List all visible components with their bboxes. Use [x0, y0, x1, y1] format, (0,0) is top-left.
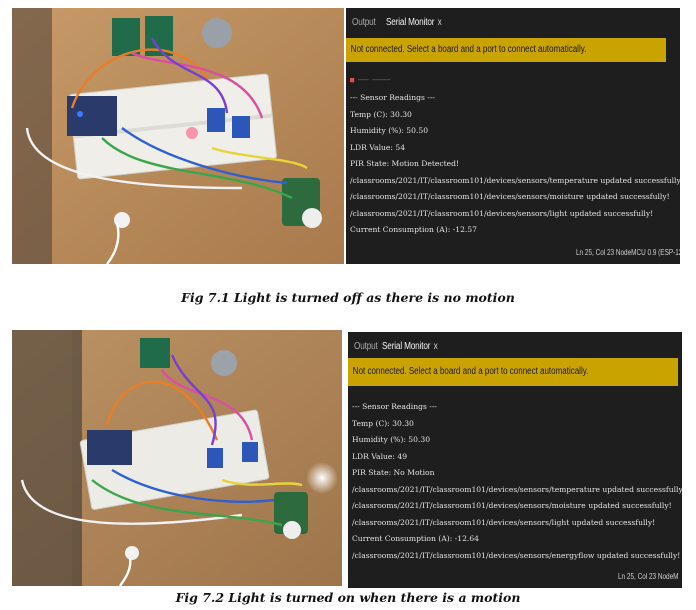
scrolled-line-fragment: ■ ─── ───── — [350, 76, 391, 84]
serial-output-lines: --- Sensor Readings --- Temp (C): 30.30 … — [350, 90, 680, 239]
tab-serial-monitor-label: Serial Monitor — [382, 341, 431, 352]
close-icon[interactable]: x — [438, 17, 442, 28]
output-line: --- Sensor Readings --- — [350, 93, 435, 102]
output-line: Temp (C): 30.30 — [352, 418, 414, 428]
figure-caption-1: Fig 7.1 Light is turned off as there is … — [181, 290, 515, 305]
breadboard-circuit-illustration — [12, 330, 342, 586]
serial-output-lines: --- Sensor Readings --- Temp (C): 30.30 … — [352, 399, 682, 564]
tab-output[interactable]: Output — [354, 341, 378, 352]
output-line: --- Sensor Readings --- — [352, 402, 437, 411]
output-line: /classrooms/2021/IT/classroom101/devices… — [350, 175, 680, 185]
status-text: Ln 25, Col 23 NodeM — [618, 572, 679, 581]
status-bar: Ln 25, Col 23 NodeM — [618, 572, 682, 588]
output-line: Current Consumption (A): -12.57 — [350, 225, 477, 234]
output-line: LDR Value: 54 — [350, 142, 406, 152]
figure-caption-2: Fig 7.2 Light is turned on when there is… — [175, 590, 521, 605]
output-line: PIR State: No Motion — [352, 468, 435, 477]
banner-text: Not connected. Select a board and a port… — [350, 44, 587, 55]
close-icon[interactable]: x — [434, 341, 438, 352]
breadboard-circuit-illustration — [12, 8, 344, 264]
monitor-tab-bar: Output Serial Monitor x — [346, 8, 680, 38]
output-line: Current Consumption (A): -12.64 — [352, 534, 479, 543]
breadboard-photo-2 — [12, 330, 342, 586]
output-line: Humidity (%): 50.30 — [352, 435, 431, 444]
status-bar: Ln 25, Col 23 NodeMCU 0.9 (ESP-12 Mo — [576, 248, 680, 264]
output-line: /classrooms/2021/IT/classroom101/devices… — [350, 192, 670, 201]
output-line: PIR State: Motion Detected! — [350, 159, 460, 168]
banner-text: Not connected. Select a board and a port… — [352, 366, 589, 377]
output-line: Humidity (%): 50.50 — [350, 126, 429, 135]
output-line: /classrooms/2021/IT/classroom101/devices… — [352, 550, 681, 560]
tab-output[interactable]: Output — [352, 17, 376, 28]
output-line: Temp (C): 30.30 — [350, 109, 412, 119]
connection-warning-banner: Not connected. Select a board and a port… — [346, 38, 666, 62]
output-line: LDR Value: 49 — [352, 451, 408, 461]
output-line: /classrooms/2021/IT/classroom101/devices… — [352, 501, 672, 510]
serial-monitor-panel-1: Output Serial Monitor x Not connected. Se… — [346, 8, 680, 264]
connection-warning-banner: Not connected. Select a board and a port… — [348, 358, 678, 386]
breadboard-photo-1 — [12, 8, 344, 264]
output-line: /classrooms/2021/IT/classroom101/devices… — [350, 208, 654, 218]
output-line: /classrooms/2021/IT/classroom101/devices… — [352, 484, 682, 494]
tab-serial-monitor[interactable]: Serial Monitor x — [382, 341, 438, 352]
status-text: Ln 25, Col 23 NodeMCU 0.9 (ESP-12 Mo — [576, 248, 680, 257]
serial-monitor-panel-2: Output Serial Monitor x Not connected. Se… — [348, 332, 682, 588]
tab-serial-monitor[interactable]: Serial Monitor x — [386, 17, 442, 28]
tab-serial-monitor-label: Serial Monitor — [386, 17, 435, 28]
output-line: /classrooms/2021/IT/classroom101/devices… — [352, 517, 656, 527]
